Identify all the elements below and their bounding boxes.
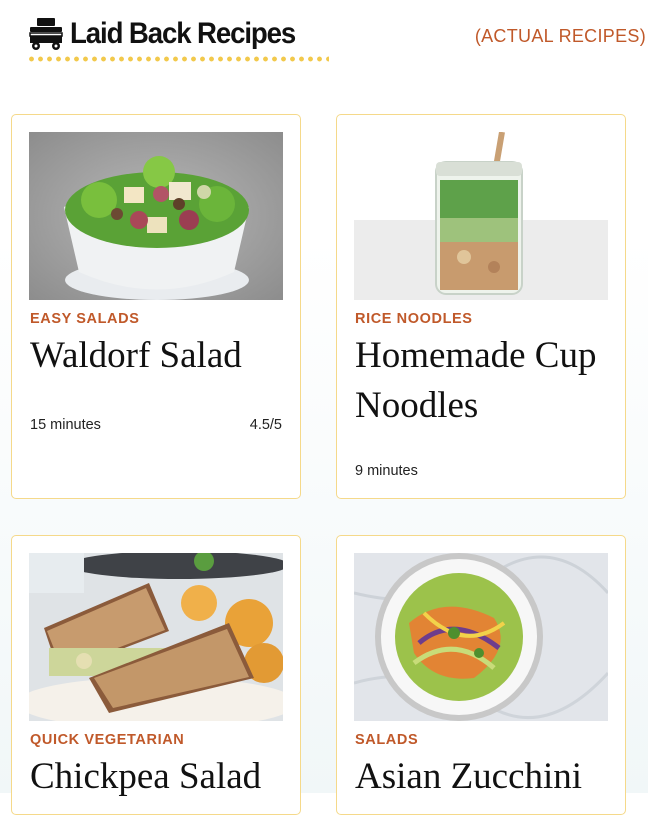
recipe-category[interactable]: QUICK VEGETARIAN bbox=[30, 732, 184, 748]
chickpea-salad-image[interactable] bbox=[29, 553, 283, 721]
site-logo[interactable]: Laid Back Recipes bbox=[27, 16, 315, 52]
site-header: Laid Back Recipes (ACTUAL RECIPES) bbox=[0, 0, 648, 80]
recipe-card[interactable]: RICE NOODLES Homemade Cup Noodles 9 minu… bbox=[336, 114, 626, 499]
actual-recipes-link[interactable]: (ACTUAL RECIPES) bbox=[475, 26, 646, 47]
waldorf-salad-image[interactable] bbox=[29, 132, 283, 300]
recipe-title[interactable]: Chickpea Salad bbox=[30, 752, 290, 802]
cup-noodles-image[interactable] bbox=[354, 132, 608, 300]
logo-underline-dots bbox=[27, 56, 329, 62]
asian-zucchini-image[interactable] bbox=[354, 553, 608, 721]
recipe-title[interactable]: Asian Zucchini bbox=[355, 752, 615, 802]
recipe-rating: 4.5/5 bbox=[249, 417, 282, 433]
recipe-card[interactable]: QUICK VEGETARIAN Chickpea Salad bbox=[11, 535, 301, 815]
recipe-category[interactable]: EASY SALADS bbox=[30, 311, 139, 327]
grill-logo-icon bbox=[29, 18, 63, 50]
recipe-category[interactable]: SALADS bbox=[355, 732, 418, 748]
recipe-title[interactable]: Homemade Cup Noodles bbox=[355, 331, 615, 431]
recipe-time: 9 minutes bbox=[355, 463, 418, 479]
recipe-card[interactable]: SALADS Asian Zucchini bbox=[336, 535, 626, 815]
recipe-card[interactable]: EASY SALADS Waldorf Salad 15 minutes 4.5… bbox=[11, 114, 301, 499]
recipe-category[interactable]: RICE NOODLES bbox=[355, 311, 473, 327]
logo-text: Laid Back Recipes bbox=[70, 17, 296, 50]
recipe-time: 15 minutes bbox=[30, 417, 101, 433]
recipe-title[interactable]: Waldorf Salad bbox=[30, 331, 290, 381]
